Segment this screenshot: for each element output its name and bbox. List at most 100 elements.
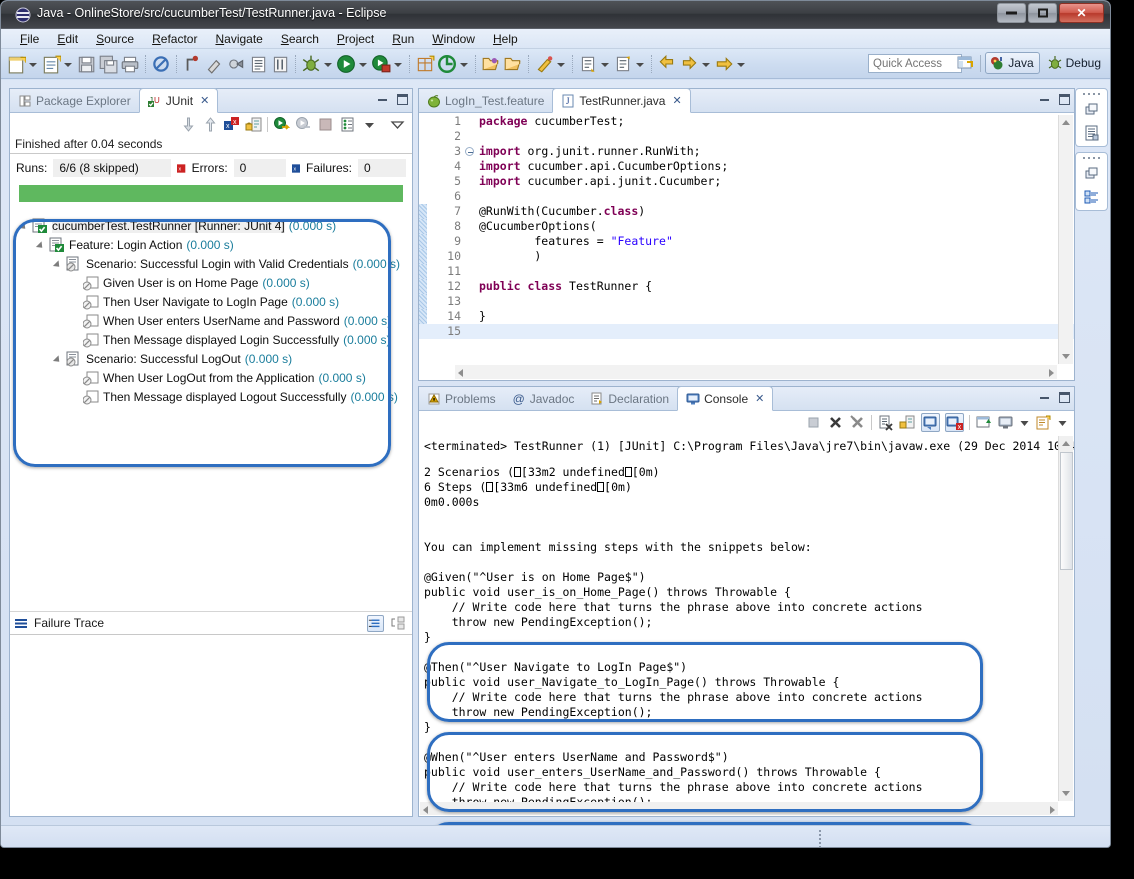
test-run-history-icon[interactable] — [339, 116, 356, 133]
search-icon[interactable] — [534, 54, 554, 74]
tab-package-explorer[interactable]: Package Explorer — [10, 89, 139, 113]
back-icon[interactable] — [657, 54, 677, 74]
tree-item[interactable]: Then User Navigate to LogIn Page (0.000 s… — [10, 292, 412, 311]
console-horizontal-scrollbar[interactable] — [420, 802, 1058, 815]
quick-fix-icon[interactable] — [204, 54, 224, 74]
new-java-class-dropdown-icon[interactable] — [62, 54, 73, 74]
print-icon[interactable] — [120, 54, 140, 74]
navigate-next-dropdown-icon[interactable] — [735, 54, 746, 74]
junit-maximize-icon[interactable] — [397, 94, 408, 105]
link-icon[interactable] — [226, 54, 246, 74]
tree-twisty-icon[interactable] — [54, 354, 64, 364]
restore-icon[interactable] — [1083, 165, 1101, 183]
code-editor-text[interactable]: 1 package cucumberTest; 2 3 import org.juni… — [419, 114, 1074, 380]
tab-junit[interactable]: J U JUnit ✕ — [138, 88, 219, 113]
menu-item-search[interactable]: Search — [272, 30, 328, 48]
open-type-icon[interactable] — [481, 54, 501, 74]
remove-launch-icon[interactable] — [827, 414, 844, 431]
next-failure-icon[interactable] — [179, 116, 196, 133]
package-explorer-icon[interactable] — [1083, 124, 1101, 142]
view-menu-dropdown-icon[interactable] — [361, 116, 378, 133]
tree-item[interactable]: When User enters UserName and Password (0… — [10, 311, 412, 330]
perspective-debug[interactable]: Debug — [1044, 53, 1106, 73]
menu-item-window[interactable]: Window — [423, 30, 484, 48]
console-scroll-up-icon[interactable] — [1061, 438, 1072, 449]
new-wizard-icon[interactable] — [6, 54, 26, 74]
forward-icon[interactable] — [679, 54, 699, 74]
new-annotation-icon[interactable] — [182, 54, 202, 74]
toggle-breakpoint-icon[interactable] — [151, 54, 171, 74]
tree-twisty-icon[interactable] — [54, 259, 64, 269]
scroll-lock-icon[interactable] — [245, 116, 262, 133]
tab-declaration[interactable]: Declaration — [582, 387, 677, 411]
minimize-button[interactable] — [997, 3, 1026, 23]
open-console-dropdown-icon[interactable] — [1057, 414, 1068, 431]
tree-twisty-icon[interactable] — [37, 240, 47, 250]
console-scroll-right-icon[interactable] — [1045, 802, 1058, 815]
tab-console-close-icon[interactable]: ✕ — [755, 392, 764, 405]
menu-item-edit[interactable]: Edit — [48, 30, 87, 48]
trim-handle-1[interactable] — [1083, 92, 1101, 96]
save-icon[interactable] — [76, 54, 96, 74]
new-java-project-icon[interactable] — [437, 54, 457, 74]
outline-icon[interactable] — [1083, 188, 1101, 206]
menu-item-source[interactable]: Source — [87, 30, 143, 48]
open-resource-icon[interactable] — [503, 54, 523, 74]
filter-stack-trace-icon[interactable] — [367, 615, 384, 632]
new-wizard-dropdown-icon[interactable] — [27, 54, 38, 74]
tree-item[interactable]: Feature: Login Action (0.000 s) — [10, 235, 412, 254]
console-scroll-down-icon[interactable] — [1061, 788, 1072, 799]
forward-dropdown-icon[interactable] — [700, 54, 711, 74]
rerun-test-icon[interactable] — [273, 116, 290, 133]
tab-problems[interactable]: Problems — [419, 387, 504, 411]
junit-test-tree[interactable]: cucumberTest.TestRunner [Runner: JUnit 4… — [10, 216, 412, 611]
open-console-icon[interactable] — [1035, 414, 1052, 431]
run-coverage-dropdown-icon[interactable] — [392, 54, 403, 74]
next-annotation-dropdown-icon[interactable] — [599, 54, 610, 74]
menu-item-file[interactable]: File — [11, 30, 48, 48]
menu-item-navigate[interactable]: Navigate — [206, 30, 271, 48]
maximize-button[interactable] — [1028, 3, 1057, 23]
tab-console[interactable]: Console ✕ — [677, 386, 774, 411]
debug-dropdown-icon[interactable] — [322, 54, 333, 74]
tree-item[interactable]: When User LogOut from the Application (0.… — [10, 368, 412, 387]
pin-console-icon[interactable] — [975, 414, 992, 431]
tree-item[interactable]: Then Message displayed Logout Successful… — [10, 387, 412, 406]
editor-scroll-down-icon[interactable] — [1061, 351, 1072, 362]
clear-console-icon[interactable] — [877, 414, 894, 431]
perspective-java[interactable]: Java — [985, 52, 1040, 74]
new-java-project-dropdown-icon[interactable] — [458, 54, 469, 74]
console-minimize-icon[interactable] — [1039, 392, 1050, 403]
console-maximize-icon[interactable] — [1059, 392, 1070, 403]
tree-twisty-icon[interactable] — [20, 221, 30, 231]
menu-item-run[interactable]: Run — [383, 30, 423, 48]
console-vertical-scrollbar[interactable] — [1058, 436, 1073, 801]
scroll-lock-icon[interactable] — [899, 414, 916, 431]
view-menu-icon[interactable] — [389, 116, 406, 133]
editor-horizontal-scrollbar[interactable] — [455, 365, 1057, 379]
tree-item[interactable]: Scenario: Successful Login with Valid Cr… — [10, 254, 412, 273]
rerun-failed-tests-icon[interactable] — [295, 116, 312, 133]
tree-item[interactable]: cucumberTest.TestRunner [Runner: JUnit 4… — [10, 216, 412, 235]
tree-item[interactable]: Scenario: Successful LogOut (0.000 s) — [10, 349, 412, 368]
debug-icon[interactable] — [301, 54, 321, 74]
stop-icon[interactable] — [317, 116, 334, 133]
tree-item[interactable]: Given User is on Home Page (0.000 s) — [10, 273, 412, 292]
previous-failure-icon[interactable] — [201, 116, 218, 133]
search-dropdown-icon[interactable] — [555, 54, 566, 74]
remove-all-terminated-icon[interactable] — [849, 414, 866, 431]
run-dropdown-icon[interactable] — [357, 54, 368, 74]
restore-icon[interactable] — [1083, 101, 1101, 119]
menu-item-help[interactable]: Help — [484, 30, 527, 48]
editor-vertical-scrollbar[interactable] — [1058, 115, 1073, 364]
close-button[interactable]: ✕ — [1059, 3, 1104, 23]
tab-testrunner-java[interactable]: J TestRunner.java ✕ — [552, 88, 691, 113]
new-package-icon[interactable] — [415, 54, 435, 74]
console-scroll-thumb[interactable] — [1060, 452, 1073, 570]
fold-toggle-icon[interactable] — [465, 147, 474, 156]
terminate-icon[interactable] — [805, 414, 822, 431]
run-coverage-icon[interactable] — [371, 54, 391, 74]
open-perspective-icon[interactable] — [955, 53, 975, 73]
editor-scroll-right-icon[interactable] — [1044, 365, 1057, 378]
compare-results-icon[interactable] — [389, 615, 406, 632]
